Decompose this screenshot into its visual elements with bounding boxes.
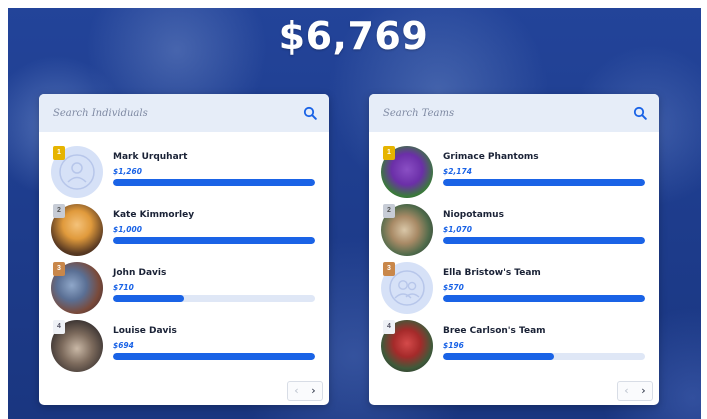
entry-amount: $196 <box>443 341 464 350</box>
teams-search-bar <box>369 94 659 132</box>
entry-amount: $710 <box>113 283 134 292</box>
rank-badge: 2 <box>383 204 395 218</box>
progress-track <box>113 237 315 244</box>
progress-track <box>113 295 315 302</box>
search-icon[interactable] <box>633 106 647 120</box>
rank-badge: 1 <box>383 146 395 160</box>
entry-name: Mark Urquhart <box>113 152 188 162</box>
progress-track <box>443 295 645 302</box>
frame-border-left <box>0 0 8 419</box>
progress-track <box>443 353 645 360</box>
entry-name: Grimace Phantoms <box>443 152 539 162</box>
entry-name: Bree Carlson's Team <box>443 326 546 336</box>
teams-leaderboard: 1 Grimace Phantoms $2,174 2 Niopotamus $… <box>369 94 659 405</box>
rank-badge: 2 <box>53 204 65 218</box>
individuals-pager: ‹ › <box>287 381 323 401</box>
individuals-leaderboard: 1 Mark Urquhart $1,260 2 Kate Kimmorley … <box>39 94 329 405</box>
progress-fill <box>443 353 555 360</box>
progress-fill <box>443 237 645 244</box>
entry-name: Kate Kimmorley <box>113 210 195 220</box>
frame-border-right <box>701 0 707 419</box>
leaderboard-entry[interactable]: 2 Kate Kimmorley $1,000 <box>51 204 321 256</box>
leaderboard-entry[interactable]: 1 Grimace Phantoms $2,174 <box>381 146 651 198</box>
rank-badge: 4 <box>383 320 395 334</box>
leaderboard-entry[interactable]: 3 John Davis $710 <box>51 262 321 314</box>
entry-amount: $1,070 <box>443 225 472 234</box>
individuals-search-bar <box>39 94 329 132</box>
progress-track <box>113 179 315 186</box>
progress-track <box>443 179 645 186</box>
leaderboard-entry[interactable]: 1 Mark Urquhart $1,260 <box>51 146 321 198</box>
progress-track <box>443 237 645 244</box>
entry-amount: $1,000 <box>113 225 142 234</box>
rank-badge: 3 <box>53 262 65 276</box>
progress-fill <box>113 353 315 360</box>
entry-amount: $570 <box>443 283 464 292</box>
entry-name: Louise Davis <box>113 326 177 336</box>
entry-amount: $2,174 <box>443 167 472 176</box>
teams-search-input[interactable] <box>383 104 613 122</box>
leaderboard-entry[interactable]: 2 Niopotamus $1,070 <box>381 204 651 256</box>
progress-fill <box>113 179 315 186</box>
teams-pager: ‹ › <box>617 381 653 401</box>
leaderboard-entry[interactable]: 3 Ella Bristow's Team $570 <box>381 262 651 314</box>
next-page-button[interactable]: › <box>305 382 322 400</box>
next-page-button[interactable]: › <box>635 382 652 400</box>
entry-name: John Davis <box>113 268 167 278</box>
individuals-search-input[interactable] <box>53 104 283 122</box>
entry-name: Niopotamus <box>443 210 504 220</box>
entry-amount: $694 <box>113 341 134 350</box>
frame-border-top <box>0 0 707 8</box>
progress-fill <box>113 237 315 244</box>
search-icon[interactable] <box>303 106 317 120</box>
progress-fill <box>113 295 184 302</box>
progress-fill <box>443 295 645 302</box>
progress-track <box>113 353 315 360</box>
rank-badge: 1 <box>53 146 65 160</box>
rank-badge: 3 <box>383 262 395 276</box>
prev-page-button[interactable]: ‹ <box>618 382 635 400</box>
entry-amount: $1,260 <box>113 167 142 176</box>
rank-badge: 4 <box>53 320 65 334</box>
entry-name: Ella Bristow's Team <box>443 268 541 278</box>
total-raised: $6,769 <box>278 14 429 58</box>
leaderboard-entry[interactable]: 4 Louise Davis $694 <box>51 320 321 372</box>
leaderboard-entry[interactable]: 4 Bree Carlson's Team $196 <box>381 320 651 372</box>
progress-fill <box>443 179 645 186</box>
prev-page-button[interactable]: ‹ <box>288 382 305 400</box>
